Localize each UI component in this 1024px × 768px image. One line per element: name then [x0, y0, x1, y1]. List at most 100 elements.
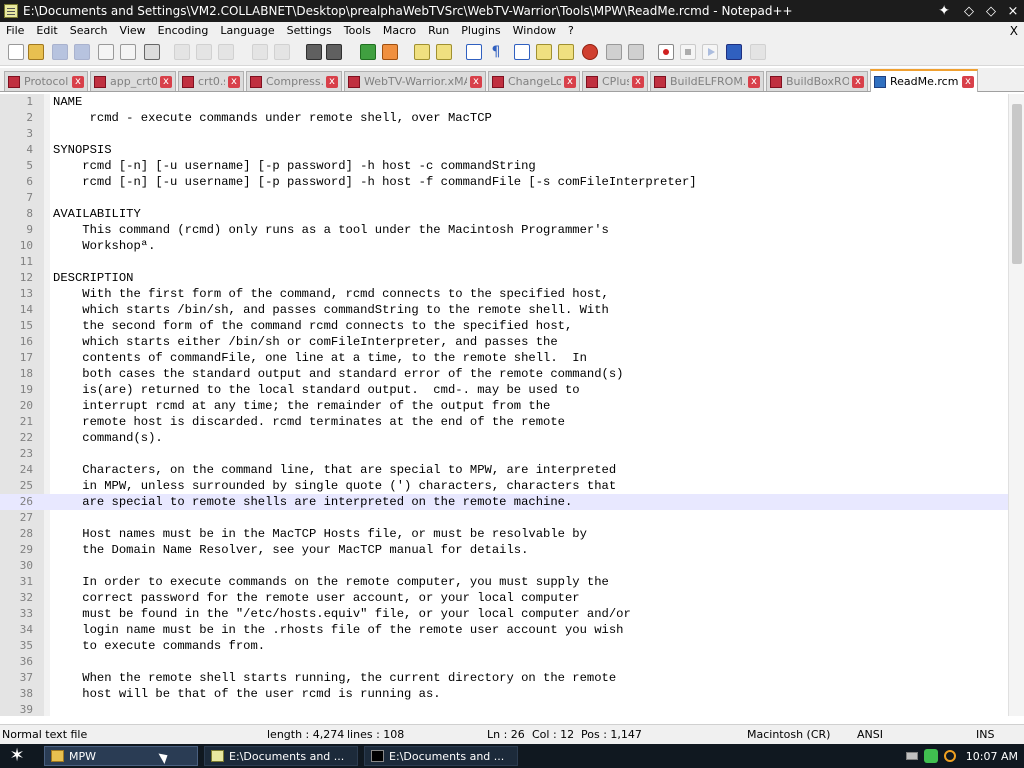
tab-buildelfrom-c[interactable]: BuildELFROM.c x — [650, 71, 764, 91]
line-text[interactable]: command(s). — [53, 430, 162, 446]
editor-line[interactable]: 18 both cases the standard output and st… — [0, 366, 1008, 382]
zoom-out-icon[interactable] — [382, 44, 398, 60]
wrap-icon[interactable] — [466, 44, 482, 60]
run-macro-multiple-icon[interactable] — [726, 44, 742, 60]
tab-readme-rcmd[interactable]: ReadMe.rcmd x — [870, 69, 978, 92]
redo-icon[interactable] — [274, 44, 290, 60]
editor-line[interactable]: 1 NAME — [0, 94, 1008, 110]
editor-line[interactable]: 11 — [0, 254, 1008, 270]
scrollbar-thumb[interactable] — [1012, 104, 1022, 264]
paste-icon[interactable] — [218, 44, 234, 60]
search-icon[interactable] — [943, 750, 956, 762]
line-text[interactable]: Characters, on the command line, that ar… — [53, 462, 616, 478]
line-text[interactable]: SYNOPSIS — [53, 142, 112, 158]
editor-line[interactable]: 25 in MPW, unless surrounded by single q… — [0, 478, 1008, 494]
tab-changelog[interactable]: ChangeLog x — [488, 71, 580, 91]
task-cmd[interactable]: E:\Documents and ... — [364, 746, 518, 766]
menu-encoding[interactable]: Encoding — [152, 22, 215, 40]
cut-icon[interactable] — [174, 44, 190, 60]
line-text[interactable]: When the remote shell starts running, th… — [53, 670, 616, 686]
save-macro-icon[interactable] — [750, 44, 766, 60]
find-icon[interactable] — [306, 44, 322, 60]
record-macro-icon[interactable] — [658, 44, 674, 60]
tab-close-icon[interactable]: x — [852, 75, 864, 88]
line-text[interactable]: is(are) returned to the local standard o… — [53, 382, 579, 398]
network-icon[interactable] — [923, 749, 938, 763]
line-text[interactable]: are special to remote shells are interpr… — [53, 494, 572, 510]
sync-h-icon[interactable] — [436, 44, 452, 60]
editor-line[interactable]: 14 which starts /bin/sh, and passes comm… — [0, 302, 1008, 318]
zoom-in-icon[interactable] — [360, 44, 376, 60]
tab-close-icon[interactable]: x — [564, 75, 576, 88]
keyboard-icon[interactable] — [905, 752, 918, 760]
editor-line[interactable]: 22 command(s). — [0, 430, 1008, 446]
editor-line[interactable]: 29 the Domain Name Resolver, see your Ma… — [0, 542, 1008, 558]
line-text[interactable]: This command (rcmd) only runs as a tool … — [53, 222, 609, 238]
tab-crt0-s[interactable]: crt0.s x — [178, 71, 244, 91]
menu-view[interactable]: View — [114, 22, 152, 40]
indent-guide-icon[interactable] — [514, 44, 530, 60]
monitor-icon[interactable] — [628, 44, 644, 60]
line-text[interactable]: the second form of the command rcmd conn… — [53, 318, 572, 334]
editor-line[interactable]: 15 the second form of the command rcmd c… — [0, 318, 1008, 334]
line-text[interactable]: AVAILABILITY — [53, 206, 141, 222]
new-file-icon[interactable] — [8, 44, 24, 60]
restore-button[interactable]: ◇ — [980, 0, 1002, 22]
tab-close-icon[interactable]: x — [748, 75, 760, 88]
save-icon[interactable] — [52, 44, 68, 60]
tab-compress-h[interactable]: Compress.h x — [246, 71, 342, 91]
editor-line[interactable]: 7 — [0, 190, 1008, 206]
tab-close-icon[interactable]: x — [632, 75, 644, 88]
editor-line[interactable]: 26 are special to remote shells are inte… — [0, 494, 1008, 510]
close-document-button[interactable]: X — [1010, 22, 1018, 40]
line-text[interactable]: In order to execute commands on the remo… — [53, 574, 609, 590]
menu-macro[interactable]: Macro — [377, 22, 422, 40]
tab-close-icon[interactable]: x — [228, 75, 240, 88]
editor-line[interactable]: 38 host will be that of the user rcmd is… — [0, 686, 1008, 702]
line-text[interactable]: correct password for the remote user acc… — [53, 590, 579, 606]
menu-run[interactable]: Run — [422, 22, 455, 40]
editor-line[interactable]: 16 which starts either /bin/sh or comFil… — [0, 334, 1008, 350]
menu-edit[interactable]: Edit — [30, 22, 63, 40]
line-text[interactable]: rcmd [-n] [-u username] [-p password] -h… — [53, 174, 696, 190]
menu-help[interactable]: ? — [562, 22, 580, 40]
editor-line[interactable]: 2 rcmd - execute commands under remote s… — [0, 110, 1008, 126]
line-text[interactable]: in MPW, unless surrounded by single quot… — [53, 478, 616, 494]
show-all-icon[interactable]: ¶ — [488, 44, 504, 60]
tab-close-icon[interactable]: x — [160, 75, 172, 88]
menu-language[interactable]: Language — [214, 22, 280, 40]
play-macro-icon[interactable] — [702, 44, 718, 60]
editor-line[interactable]: 30 — [0, 558, 1008, 574]
minimize-button[interactable]: ◇ — [958, 0, 980, 22]
user-lang-icon[interactable] — [536, 44, 552, 60]
sync-v-icon[interactable] — [414, 44, 430, 60]
editor-line[interactable]: 33 must be found in the "/etc/hosts.equi… — [0, 606, 1008, 622]
clock[interactable]: 10:07 AM — [966, 750, 1018, 763]
line-text[interactable]: which starts either /bin/sh or comFileIn… — [53, 334, 557, 350]
function-list-icon[interactable] — [582, 44, 598, 60]
editor-line[interactable]: 23 — [0, 446, 1008, 462]
editor-line[interactable]: 12 DESCRIPTION — [0, 270, 1008, 286]
line-text[interactable]: to execute commands from. — [53, 638, 265, 654]
start-button[interactable]: ✶ — [6, 746, 28, 766]
tab-app-crt0-s[interactable]: app_crt0.s x — [90, 71, 176, 91]
editor-line[interactable]: 9 This command (rcmd) only runs as a too… — [0, 222, 1008, 238]
line-text[interactable]: remote host is discarded. rcmd terminate… — [53, 414, 565, 430]
editor-line[interactable]: 3 — [0, 126, 1008, 142]
editor-line[interactable]: 10 Workshopª. — [0, 238, 1008, 254]
menu-tools[interactable]: Tools — [338, 22, 377, 40]
line-text[interactable]: must be found in the "/etc/hosts.equiv" … — [53, 606, 631, 622]
line-text[interactable]: DESCRIPTION — [53, 270, 133, 286]
replace-icon[interactable] — [326, 44, 342, 60]
save-all-icon[interactable] — [74, 44, 90, 60]
editor-line[interactable]: 34 login name must be in the .rhosts fil… — [0, 622, 1008, 638]
editor-line[interactable]: 37 When the remote shell starts running,… — [0, 670, 1008, 686]
menu-settings[interactable]: Settings — [281, 22, 338, 40]
editor-line[interactable]: 24 Characters, on the command line, that… — [0, 462, 1008, 478]
menu-search[interactable]: Search — [64, 22, 114, 40]
editor-line[interactable]: 32 correct password for the remote user … — [0, 590, 1008, 606]
tab-close-icon[interactable]: x — [962, 75, 974, 88]
menu-file[interactable]: File — [0, 22, 30, 40]
editor-line[interactable]: 21 remote host is discarded. rcmd termin… — [0, 414, 1008, 430]
tab-close-icon[interactable]: x — [470, 75, 482, 88]
